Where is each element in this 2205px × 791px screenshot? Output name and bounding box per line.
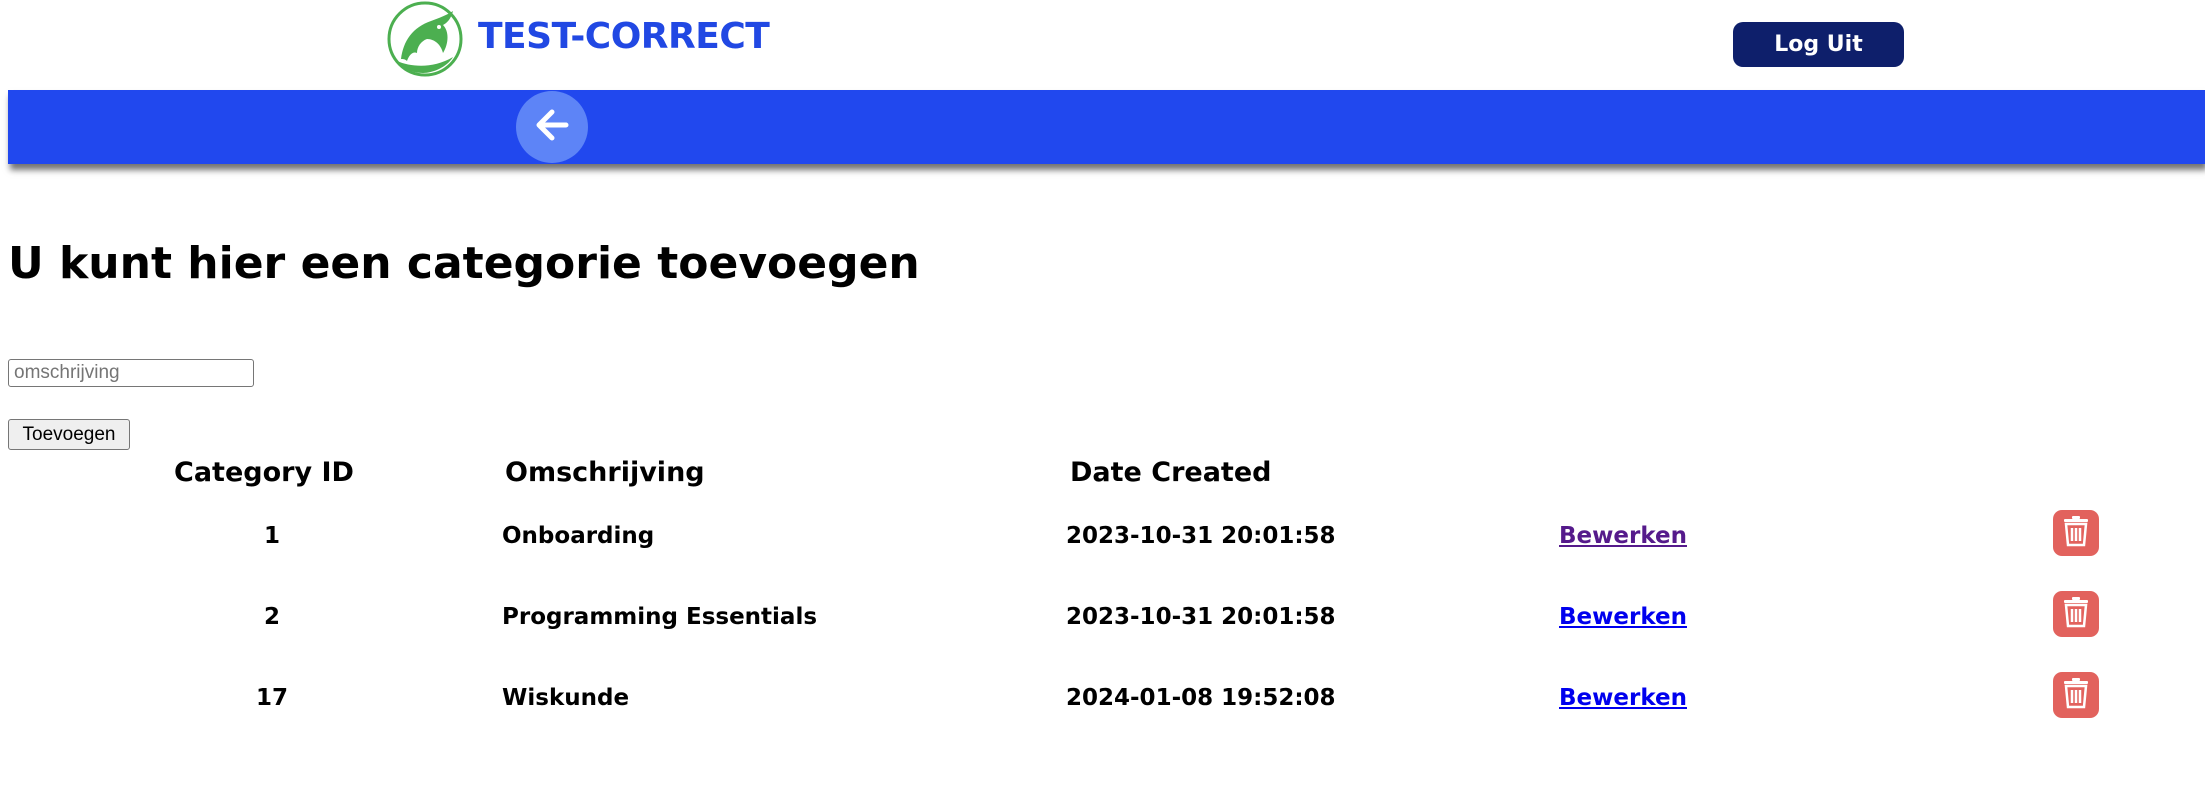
back-button[interactable] xyxy=(516,91,588,163)
page-title: U kunt hier een categorie toevoegen xyxy=(8,238,920,289)
arrow-left-icon xyxy=(530,103,574,151)
cell-category-id: 2 xyxy=(263,604,280,630)
description-input[interactable] xyxy=(8,359,254,387)
delete-button[interactable] xyxy=(2053,510,2099,556)
trash-icon xyxy=(2061,677,2091,713)
edit-link[interactable]: Bewerken xyxy=(1559,685,1687,711)
column-header-omschrijving: Omschrijving xyxy=(505,457,705,488)
cell-omschrijving: Programming Essentials xyxy=(502,604,818,630)
cell-category-id: 1 xyxy=(263,523,280,549)
brand-name: TEST-CORRECT xyxy=(478,16,770,57)
cell-omschrijving: Wiskunde xyxy=(502,685,630,711)
cell-date-created: 2023-10-31 20:01:58 xyxy=(1066,604,1336,630)
nav-bar xyxy=(8,90,2205,164)
cell-omschrijving: Onboarding xyxy=(502,523,655,549)
column-header-date-created: Date Created xyxy=(1070,457,1272,488)
cell-category-id: 17 xyxy=(255,685,288,711)
add-category-button[interactable]: Toevoegen xyxy=(8,419,130,450)
site-header: TEST-CORRECT Log Uit xyxy=(0,0,2205,88)
logout-button[interactable]: Log Uit xyxy=(1733,22,1904,67)
dolphin-logo-icon[interactable] xyxy=(387,1,463,77)
edit-link[interactable]: Bewerken xyxy=(1559,523,1687,549)
cell-date-created: 2023-10-31 20:01:58 xyxy=(1066,523,1336,549)
trash-icon xyxy=(2061,515,2091,551)
cell-date-created: 2024-01-08 19:52:08 xyxy=(1066,685,1336,711)
column-header-category-id: Category ID xyxy=(174,457,354,488)
delete-button[interactable] xyxy=(2053,672,2099,718)
delete-button[interactable] xyxy=(2053,591,2099,637)
edit-link[interactable]: Bewerken xyxy=(1559,604,1687,630)
trash-icon xyxy=(2061,596,2091,632)
